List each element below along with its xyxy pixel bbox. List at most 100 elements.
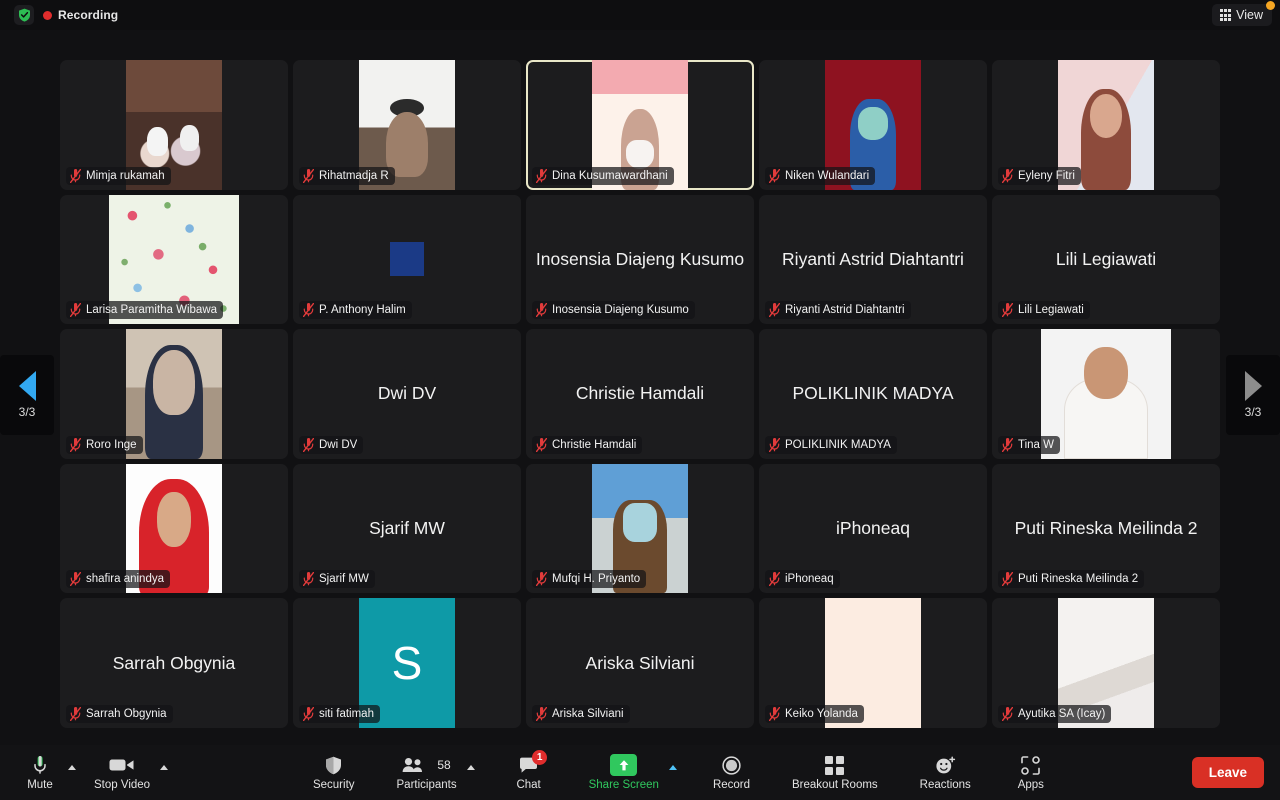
participant-name-label: Rihatmadja R xyxy=(319,169,389,182)
record-button[interactable]: Record xyxy=(705,752,758,793)
participant-tile[interactable]: Sarrah Obgynia Sarrah Obgynia xyxy=(60,598,288,728)
mute-button[interactable]: Mute xyxy=(14,752,66,793)
participant-name-tag: Roro Inge xyxy=(66,435,143,454)
participants-button[interactable]: 58 Participants xyxy=(389,752,465,793)
participant-name-tag: Keiko Yolanda xyxy=(765,705,864,723)
share-screen-control: Share Screen xyxy=(581,752,679,793)
next-page-indicator: 3/3 xyxy=(1244,405,1262,419)
participant-name-tag: shafira anindya xyxy=(66,570,170,589)
mic-muted-icon xyxy=(769,572,780,587)
participant-name-label: Christie Hamdali xyxy=(552,438,637,451)
share-screen-options-chevron-icon[interactable] xyxy=(668,765,677,770)
stop-video-button[interactable]: Stop Video xyxy=(86,752,158,793)
participant-name-tag: Dwi DV xyxy=(299,435,364,454)
participants-icon: 58 xyxy=(402,754,451,776)
participant-tile[interactable]: Riyanti Astrid Diahtantri Riyanti Astrid … xyxy=(759,194,987,325)
participant-name-label: Eyleny Fitri xyxy=(1018,169,1075,182)
participant-name-label: siti fatimah xyxy=(319,708,374,720)
chat-button[interactable]: 1 Chat xyxy=(503,750,555,793)
participant-name-label: Ayutika SA (Icay) xyxy=(1018,708,1106,720)
participant-tile[interactable]: shafira anindya xyxy=(60,463,288,594)
participant-tile[interactable]: Dwi DV Dwi DV xyxy=(293,329,521,459)
grid-icon xyxy=(1219,9,1232,21)
participant-tile[interactable]: Christie Hamdali Christie Hamdali xyxy=(526,329,754,459)
participant-name-label: Riyanti Astrid Diahtantri xyxy=(785,304,905,317)
share-screen-button[interactable]: Share Screen xyxy=(581,752,667,793)
participant-tile[interactable]: Ariska Silviani Ariska Silviani xyxy=(526,598,754,728)
view-button-label: View xyxy=(1236,8,1263,22)
reactions-button[interactable]: Reactions xyxy=(912,752,979,793)
participant-tile[interactable]: iPhoneaq iPhoneaq xyxy=(759,463,987,594)
mic-muted-icon xyxy=(536,437,547,452)
reactions-icon xyxy=(935,754,956,776)
participant-name-tag: Dina Kusumawardhani xyxy=(532,166,674,185)
participant-name-tag: Lili Legiawati xyxy=(998,301,1090,320)
shield-icon xyxy=(325,754,342,776)
view-button[interactable]: View xyxy=(1211,1,1275,26)
participant-tile[interactable]: P. Anthony Halim xyxy=(293,194,521,325)
participant-name-label: Lili Legiawati xyxy=(1018,304,1084,317)
participant-tile[interactable]: Roro Inge xyxy=(60,329,288,459)
apps-label: Apps xyxy=(1017,779,1044,791)
mic-muted-icon xyxy=(1002,707,1013,721)
participant-name-label: Mufqi H. Priyanto xyxy=(552,573,641,586)
leave-button[interactable]: Leave xyxy=(1191,757,1264,788)
participant-tile[interactable]: Tina W xyxy=(992,329,1220,459)
mic-muted-icon xyxy=(1002,168,1013,183)
security-button[interactable]: Security xyxy=(305,752,363,793)
record-icon xyxy=(722,754,741,776)
breakout-rooms-button[interactable]: Breakout Rooms xyxy=(784,752,886,793)
participant-tile[interactable]: Niken Wulandari xyxy=(759,60,987,190)
mic-muted-icon xyxy=(303,572,314,587)
participant-tile[interactable]: Rihatmadja R xyxy=(293,60,521,190)
participant-name-tag: Sarrah Obgynia xyxy=(66,705,173,723)
participant-name-label: Dina Kusumawardhani xyxy=(552,169,668,182)
view-notification-dot-icon xyxy=(1266,1,1275,10)
mic-muted-icon xyxy=(1002,437,1013,452)
participant-tile[interactable]: Larisa Paramitha Wibawa xyxy=(60,194,288,325)
mic-muted-icon xyxy=(70,572,81,587)
next-page-button[interactable]: 3/3 xyxy=(1226,355,1280,435)
video-frame xyxy=(1041,329,1171,459)
video-options-chevron-icon[interactable] xyxy=(160,765,169,770)
participant-name-label: shafira anindya xyxy=(86,573,164,586)
recording-dot-icon xyxy=(43,10,52,20)
shield-check-icon[interactable] xyxy=(14,5,34,25)
toolbar-left-group: Mute Stop Video xyxy=(14,752,170,793)
participant-tile[interactable]: Inosensia Diajeng Kusumo Inosensia Diajen… xyxy=(526,194,754,325)
zoom-meeting-window: Recording View Mimja rukamah Rihatmadja R… xyxy=(0,0,1280,800)
chat-label: Chat xyxy=(516,779,541,791)
mic-muted-icon xyxy=(303,437,314,452)
participant-tile[interactable]: Eyleny Fitri xyxy=(992,60,1220,190)
participant-name-tag: siti fatimah xyxy=(299,705,380,723)
participant-tile[interactable]: Mufqi H. Priyanto xyxy=(526,463,754,594)
participant-tile[interactable]: Puti Rineska Meilinda 2 Puti Rineska Meil… xyxy=(992,463,1220,594)
participant-name-tag: Rihatmadja R xyxy=(299,166,395,185)
recording-indicator[interactable]: Recording xyxy=(43,8,118,22)
participant-tile[interactable]: Ayutika SA (Icay) xyxy=(992,598,1220,728)
participant-video xyxy=(1041,329,1171,459)
audio-options-chevron-icon[interactable] xyxy=(68,765,76,770)
mic-muted-icon xyxy=(70,707,81,721)
mic-muted-icon xyxy=(769,303,780,318)
participant-name-tag: Riyanti Astrid Diahtantri xyxy=(765,301,911,320)
participant-tile[interactable]: Dina Kusumawardhani xyxy=(526,60,754,190)
participant-tile[interactable]: Lili Legiawati Lili Legiawati xyxy=(992,194,1220,325)
mic-muted-icon xyxy=(536,168,547,183)
participant-tile[interactable]: Sjarif MW Sjarif MW xyxy=(293,463,521,594)
participant-tile[interactable]: Keiko Yolanda xyxy=(759,598,987,728)
mic-muted-icon xyxy=(70,168,81,183)
mic-muted-icon xyxy=(769,437,780,452)
participant-tile[interactable]: Mimja rukamah xyxy=(60,60,288,190)
previous-page-button[interactable]: 3/3 xyxy=(0,355,54,435)
apps-button[interactable]: Apps xyxy=(1005,752,1057,793)
participant-name-label: Larisa Paramitha Wibawa xyxy=(86,304,218,317)
participant-tile[interactable]: POLIKLINIK MADYA POLIKLINIK MADYA xyxy=(759,329,987,459)
participants-options-chevron-icon[interactable] xyxy=(466,765,475,770)
mic-muted-icon xyxy=(536,707,547,721)
participant-name-label: POLIKLINIK MADYA xyxy=(785,438,891,451)
participant-tile[interactable]: Ssiti fatimah xyxy=(293,598,521,728)
mic-muted-icon xyxy=(536,572,547,587)
participant-name-tag: POLIKLINIK MADYA xyxy=(765,435,897,454)
participant-name-label: Tina W xyxy=(1018,438,1054,451)
